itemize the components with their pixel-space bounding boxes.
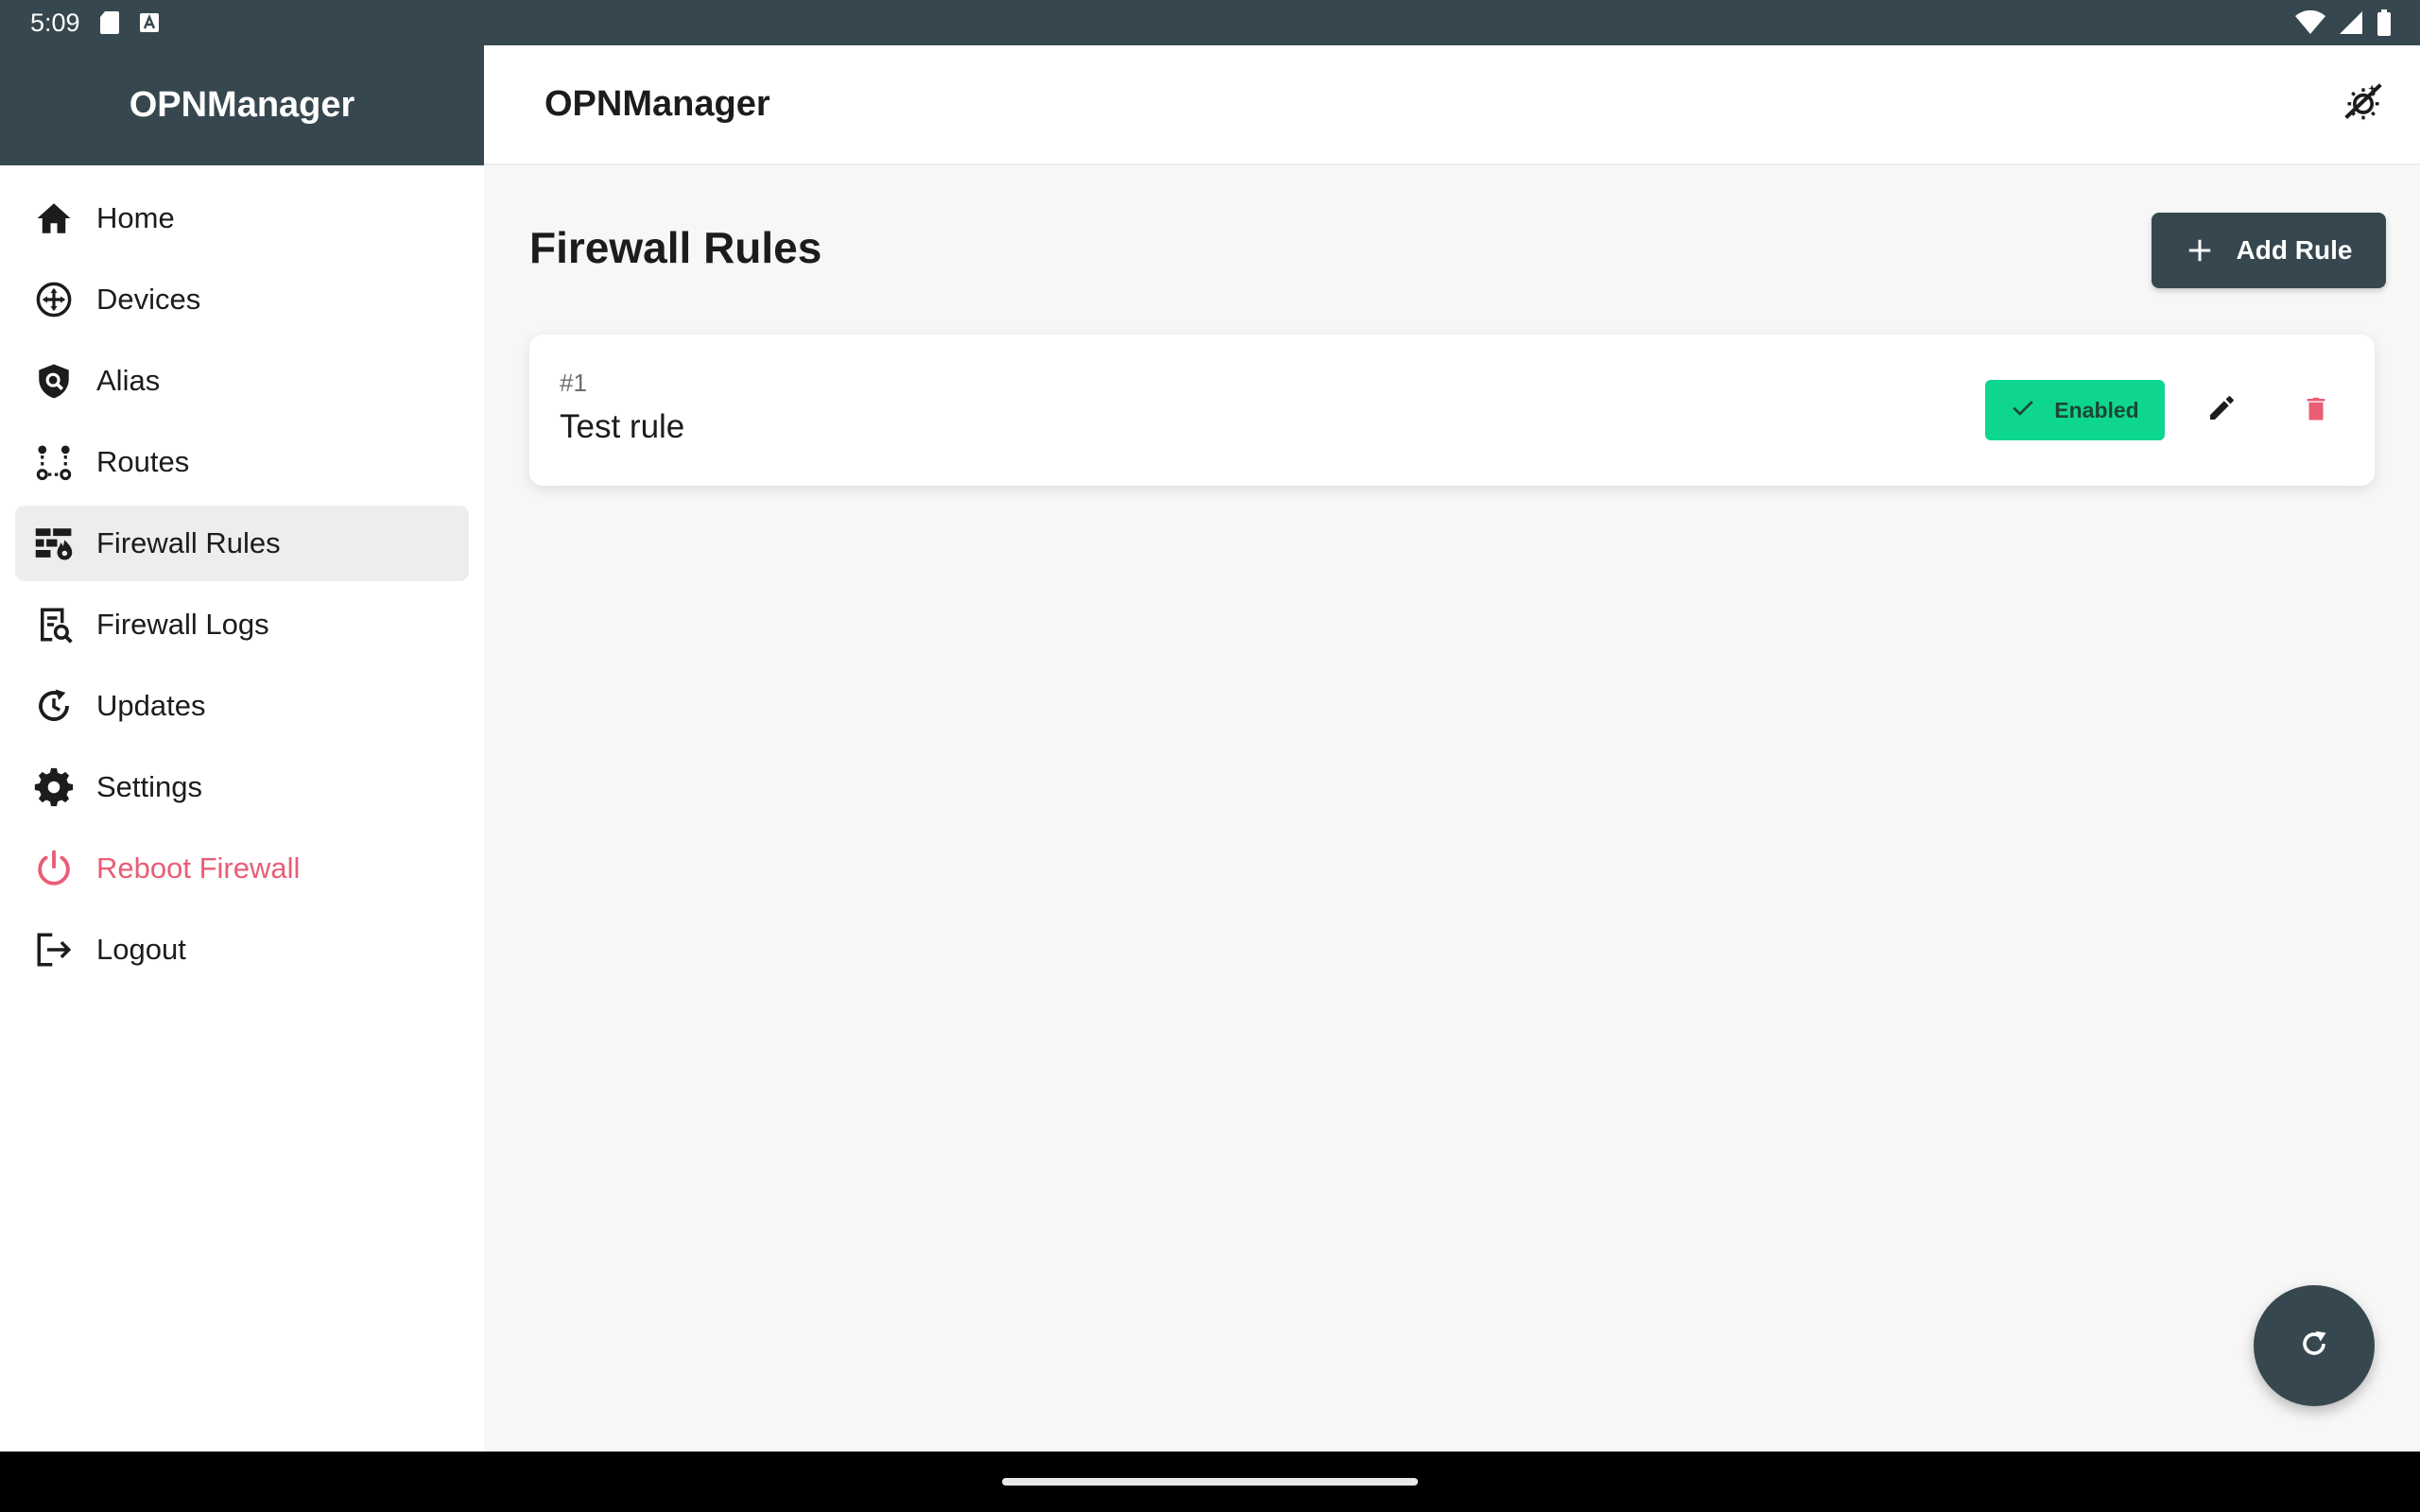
- rule-status-toggle[interactable]: Enabled: [1985, 380, 2165, 440]
- sidebar-item-settings[interactable]: Settings: [15, 749, 469, 825]
- alias-shield-icon: [32, 359, 76, 403]
- devices-icon: [32, 278, 76, 321]
- sidebar-item-label: Firewall Logs: [96, 608, 269, 641]
- edit-rule-button[interactable]: [2195, 384, 2248, 437]
- signal-icon: [2339, 10, 2363, 35]
- pencil-icon: [2206, 393, 2237, 428]
- refresh-icon: [2295, 1325, 2333, 1367]
- sidebar-item-alias[interactable]: Alias: [15, 343, 469, 419]
- sidebar-item-label: Logout: [96, 933, 186, 966]
- trash-icon: [2302, 394, 2330, 427]
- delete-rule-button[interactable]: [2290, 384, 2342, 437]
- nav-list: Home Devices Alias Routes Firewall Rules: [0, 165, 484, 988]
- sidebar-item-devices[interactable]: Devices: [15, 262, 469, 337]
- rule-card[interactable]: #1 Test rule Enabled: [529, 335, 2375, 486]
- a-badge-icon: [139, 12, 160, 33]
- updates-icon: [32, 684, 76, 728]
- firewall-logs-icon: [32, 603, 76, 646]
- sidebar-item-label: Firewall Rules: [96, 526, 281, 559]
- navigation-drawer: OPNManager Home Devices Alias Routes Fir…: [0, 45, 484, 1452]
- rule-number: #1: [560, 369, 587, 397]
- routes-icon: [32, 440, 76, 484]
- gear-icon: [32, 765, 76, 809]
- firewall-rules-icon: [32, 522, 76, 565]
- sidebar-item-reboot-firewall[interactable]: Reboot Firewall: [15, 831, 469, 906]
- top-app-bar: OPNManager: [484, 45, 2420, 165]
- main-content: Firewall Rules Add Rule #1 Test rule Ena…: [484, 165, 2420, 1452]
- sidebar-item-label: Settings: [96, 770, 203, 803]
- page-title: Firewall Rules: [529, 223, 822, 272]
- drawer-header: OPNManager: [0, 45, 484, 165]
- add-rule-label: Add Rule: [2236, 235, 2353, 265]
- drawer-title: OPNManager: [129, 85, 355, 125]
- sidebar-item-logout[interactable]: Logout: [15, 912, 469, 988]
- power-icon: [32, 847, 76, 890]
- sidebar-item-label: Reboot Firewall: [96, 851, 301, 885]
- sidebar-item-firewall-logs[interactable]: Firewall Logs: [15, 587, 469, 662]
- add-rule-button[interactable]: Add Rule: [2152, 213, 2386, 288]
- system-navigation-bar: [0, 1452, 2420, 1512]
- sidebar-item-firewall-rules[interactable]: Firewall Rules: [15, 506, 469, 581]
- battery-icon: [2377, 9, 2392, 36]
- sidebar-item-label: Home: [96, 201, 175, 234]
- status-bar: 5:09: [0, 0, 2420, 45]
- rule-name: Test rule: [560, 408, 685, 445]
- sidebar-item-label: Updates: [96, 689, 206, 722]
- wifi-icon: [2295, 10, 2325, 35]
- sidebar-item-label: Devices: [96, 283, 201, 316]
- sidebar-item-label: Routes: [96, 445, 190, 478]
- sidebar-item-updates[interactable]: Updates: [15, 668, 469, 744]
- theme-toggle-button[interactable]: [2337, 78, 2390, 131]
- logout-icon: [32, 928, 76, 971]
- status-time: 5:09: [30, 8, 80, 37]
- sidebar-item-home[interactable]: Home: [15, 180, 469, 256]
- app-bar-title: OPNManager: [544, 84, 770, 124]
- sidebar-item-routes[interactable]: Routes: [15, 424, 469, 500]
- theme-toggle-icon: [2342, 81, 2384, 128]
- rule-status-label: Enabled: [2054, 397, 2139, 422]
- check-icon: [2011, 395, 2035, 425]
- refresh-button[interactable]: [2254, 1285, 2375, 1406]
- gesture-handle[interactable]: [1002, 1478, 1418, 1486]
- sidebar-item-label: Alias: [96, 364, 161, 397]
- plus-icon: [2186, 236, 2214, 265]
- sd-card-icon: [99, 10, 120, 35]
- home-icon: [32, 197, 76, 240]
